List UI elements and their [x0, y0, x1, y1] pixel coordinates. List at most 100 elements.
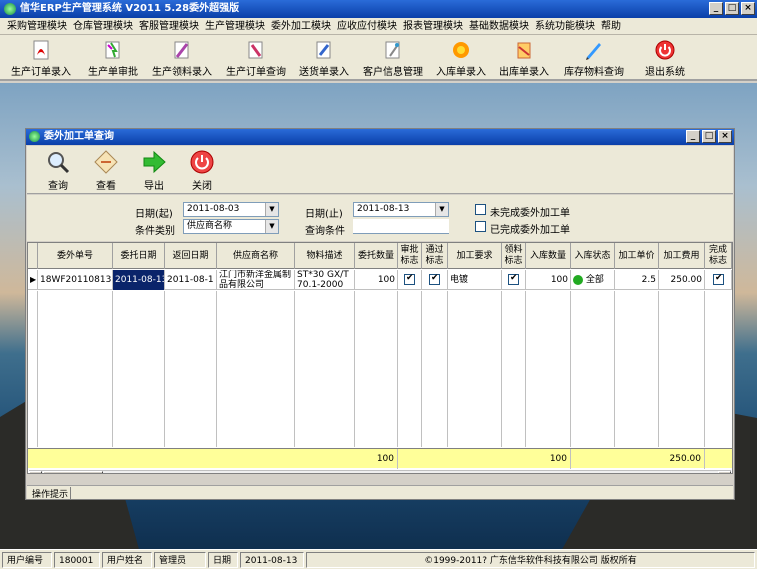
grid-col-line: [113, 291, 165, 447]
finished-checkbox[interactable]: [475, 221, 486, 232]
cell-in-status[interactable]: 全部: [571, 270, 615, 290]
child-toolbar: 查询 查看 导出 关闭: [27, 146, 733, 194]
menu-help[interactable]: 帮助: [598, 18, 624, 34]
cell-done[interactable]: [705, 270, 732, 290]
cell-in-qty[interactable]: 100: [526, 270, 571, 290]
menu-receivable[interactable]: 应收应付模块: [334, 18, 400, 34]
child-app-icon: [29, 131, 40, 142]
condition-type-select[interactable]: 供应商名称 ▼: [183, 219, 279, 234]
horizontal-scrollbar[interactable]: ◀ ▶: [29, 470, 731, 473]
col-requirement[interactable]: 加工要求: [448, 243, 502, 269]
cell-fee[interactable]: 250.00: [659, 270, 705, 290]
scroll-left-icon[interactable]: ◀: [29, 471, 42, 473]
query-button[interactable]: 查询: [35, 148, 81, 192]
view-button[interactable]: 查看: [83, 148, 129, 192]
cell-material[interactable]: ST*30 GX/T 70.1-2000: [295, 270, 355, 290]
menu-outsourcing[interactable]: 委外加工模块: [268, 18, 334, 34]
toolbar-stock-out-button[interactable]: 出库单录入: [497, 37, 551, 79]
col-done[interactable]: 完成标志: [705, 243, 732, 269]
col-supplier[interactable]: 供应商名称: [217, 243, 295, 269]
app-status-bar: 用户编号 180001 用户姓名 管理员 日期 2011-08-13 ©1999…: [0, 549, 757, 569]
unfinished-checkbox[interactable]: [475, 204, 486, 215]
toolbar-inventory-button[interactable]: 库存物料查询: [562, 37, 626, 79]
stock-out-icon: [513, 39, 535, 61]
grid-col-line: [165, 291, 217, 447]
grid-col-line: [295, 291, 355, 447]
close-window-button[interactable]: 关闭: [179, 148, 225, 192]
child-close-button[interactable]: ×: [718, 130, 732, 143]
col-fee[interactable]: 加工费用: [659, 243, 705, 269]
cell-picked[interactable]: [502, 270, 526, 290]
toolbar-approve-button[interactable]: 生产单审批: [84, 37, 142, 79]
cell-approved[interactable]: [398, 270, 422, 290]
chevron-down-icon[interactable]: ▼: [265, 220, 278, 233]
grid-col-line: [571, 291, 615, 447]
export-button[interactable]: 导出: [131, 148, 177, 192]
col-in-status[interactable]: 入库状态: [571, 243, 615, 269]
cell-return-date[interactable]: 2011-08-1: [165, 270, 217, 290]
scroll-thumb[interactable]: [43, 471, 103, 473]
in-status-text: 全部: [585, 275, 604, 285]
col-order-no[interactable]: 委外单号: [38, 243, 113, 269]
export-arrow-icon: [141, 149, 167, 175]
menu-report[interactable]: 报表管理模块: [400, 18, 466, 34]
col-picked[interactable]: 领料标志: [502, 243, 526, 269]
date-from-picker[interactable]: 2011-08-03 ▼: [183, 202, 279, 217]
child-maximize-button[interactable]: □: [702, 130, 716, 143]
menu-warehouse[interactable]: 仓库管理模块: [70, 18, 136, 34]
cell-entrust-date[interactable]: 2011-08-13: [113, 270, 165, 290]
maximize-button[interactable]: □: [725, 2, 739, 15]
app-title-bar: 信华ERP生产管理系统 V2011 5.28委外超强版 _ □ ×: [0, 0, 757, 18]
col-material[interactable]: 物料描述: [295, 243, 355, 269]
scroll-right-icon[interactable]: ▶: [718, 471, 731, 473]
query-condition-input[interactable]: [353, 219, 449, 234]
cell-qty[interactable]: 100: [355, 270, 398, 290]
grid-col-line: [502, 291, 526, 447]
order-grid: 委外单号 委托日期 返回日期 供应商名称 物料描述 委托数量 审批标志 通过标志…: [27, 242, 733, 474]
menu-production[interactable]: 生产管理模块: [202, 18, 268, 34]
date-to-picker[interactable]: 2011-08-13 ▼: [353, 202, 449, 217]
col-return-date[interactable]: 返回日期: [165, 243, 217, 269]
approve-document-icon: [102, 39, 124, 61]
table-row[interactable]: ▶ 18WF2011081300 2011-08-13 2011-08-1 江门…: [28, 270, 732, 290]
done-checkbox[interactable]: [713, 273, 724, 285]
chevron-down-icon[interactable]: ▼: [435, 203, 448, 216]
passed-checkbox[interactable]: [429, 273, 440, 285]
cell-requirement[interactable]: 电镀: [448, 270, 502, 290]
toolbar-material-button[interactable]: 生产领料录入: [150, 37, 214, 79]
grid-col-line: [659, 291, 705, 447]
toolbar-customer-button[interactable]: 客户信息管理: [361, 37, 425, 79]
menu-system[interactable]: 系统功能模块: [532, 18, 598, 34]
picked-checkbox[interactable]: [508, 273, 519, 285]
grid-col-line: [217, 291, 295, 447]
minimize-button[interactable]: _: [709, 2, 723, 15]
menu-purchase[interactable]: 采购管理模块: [4, 18, 70, 34]
toolbar-delivery-button[interactable]: 送货单录入: [297, 37, 351, 79]
delivery-note-icon: [313, 39, 335, 61]
chevron-down-icon[interactable]: ▼: [265, 203, 278, 216]
cell-order-no[interactable]: 18WF2011081300: [38, 270, 113, 290]
col-in-qty[interactable]: 入库数量: [526, 243, 571, 269]
cell-supplier[interactable]: 江门市新洋金属制品有限公司: [217, 270, 295, 290]
menu-basedata[interactable]: 基础数据模块: [466, 18, 532, 34]
col-approved[interactable]: 审批标志: [398, 243, 422, 269]
col-qty[interactable]: 委托数量: [355, 243, 398, 269]
cell-price[interactable]: 2.5: [615, 270, 659, 290]
col-passed[interactable]: 通过标志: [422, 243, 448, 269]
operation-hint: 操作提示: [30, 487, 72, 500]
unfinished-label: 未完成委外加工单: [490, 208, 570, 219]
exit-icon: [654, 39, 676, 61]
col-price[interactable]: 加工单价: [615, 243, 659, 269]
toolbar-stock-in-button[interactable]: 入库单录入: [435, 37, 487, 79]
row-indicator-header: [28, 243, 38, 269]
col-entrust-date[interactable]: 委托日期: [113, 243, 165, 269]
approved-checkbox[interactable]: [404, 273, 415, 285]
toolbar-exit-button[interactable]: 退出系统: [642, 37, 688, 79]
menu-service[interactable]: 客服管理模块: [136, 18, 202, 34]
status-green-icon: [573, 274, 583, 285]
close-button[interactable]: ×: [741, 2, 755, 15]
toolbar-order-entry-button[interactable]: 生产订单录入: [8, 37, 74, 79]
toolbar-order-query-button[interactable]: 生产订单查询: [224, 37, 288, 79]
cell-passed[interactable]: [422, 270, 448, 290]
child-minimize-button[interactable]: _: [686, 130, 700, 143]
